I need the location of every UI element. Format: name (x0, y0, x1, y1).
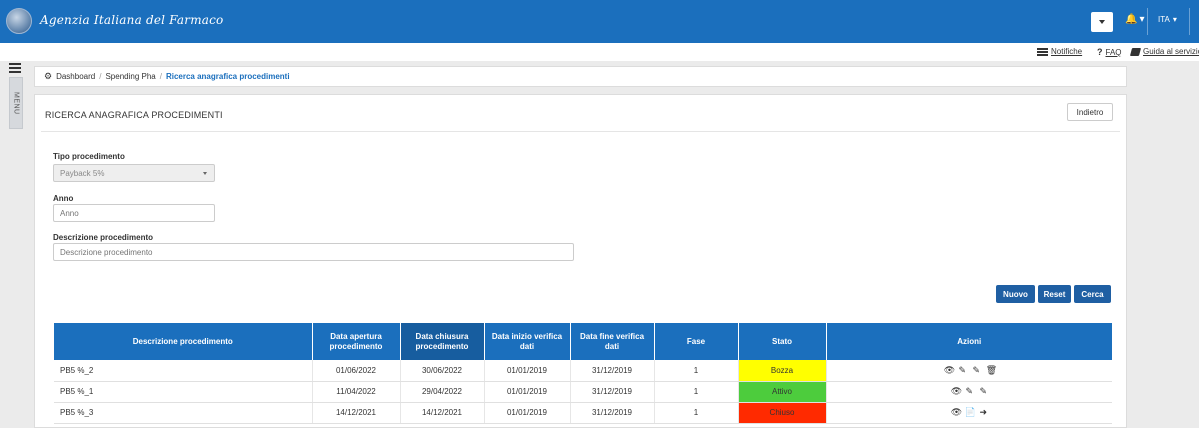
dashboard-icon: ⚙ (44, 71, 53, 81)
cell-data-chiusura: 14/12/2021 (400, 402, 485, 424)
search-panel: RICERCA ANAGRAFICA PROCEDIMENTI Indietro… (34, 94, 1127, 428)
table-row: PB5 %_1 11/04/2022 29/04/2022 01/01/2019… (54, 381, 1112, 403)
anno-label: Anno (53, 194, 74, 203)
breadcrumb-spending-pha[interactable]: Spending Pha (105, 72, 155, 81)
tipo-procedimento-value: Payback 5% (60, 168, 105, 178)
cell-descrizione: PB5 %_1 (54, 381, 313, 403)
guida-label: Guida al servizio (1143, 47, 1199, 56)
col-stato[interactable]: Stato (738, 323, 827, 360)
breadcrumb-separator: / (99, 72, 102, 81)
notifiche-link[interactable]: Notifiche (1037, 47, 1082, 56)
notifiche-label: Notifiche (1051, 47, 1083, 56)
col-descrizione[interactable]: Descrizione procedimento (54, 323, 313, 360)
faq-link[interactable]: ? FAQ (1097, 47, 1122, 57)
cell-fase: 1 (654, 381, 739, 403)
caret-down-icon (203, 172, 207, 175)
table-header-row: Descrizione procedimento Data apertura p… (54, 323, 1112, 360)
trash-icon[interactable]: 🗑 (986, 365, 997, 376)
cerca-button[interactable]: Cerca (1074, 285, 1111, 303)
eye-icon[interactable]: 👁 (951, 407, 962, 418)
chevron-down-icon: ▾ (1172, 15, 1177, 24)
notifications-menu[interactable]: 🔔 ▾ (1125, 14, 1144, 25)
cell-data-fine: 31/12/2019 (570, 360, 655, 382)
divider (1147, 8, 1148, 35)
profile-select[interactable] (1091, 12, 1113, 32)
cell-data-inizio: 01/01/2019 (484, 402, 571, 424)
procedimenti-table: Descrizione procedimento Data apertura p… (54, 323, 1112, 424)
language-menu[interactable]: ITA ▾ (1158, 15, 1177, 24)
back-button[interactable]: Indietro (1067, 103, 1113, 121)
breadcrumb-current: Ricerca anagrafica procedimenti (165, 72, 290, 81)
breadcrumb: ⚙ Dashboard / Spending Pha / Ricerca ana… (34, 66, 1127, 87)
eye-icon[interactable]: 👁 (951, 386, 962, 397)
chevron-down-icon: ▾ (1139, 14, 1145, 25)
anno-input[interactable] (53, 204, 215, 222)
status-badge: Attivo (738, 381, 827, 403)
breadcrumb-separator: / (159, 72, 162, 81)
menu-toggle[interactable]: MENU (9, 77, 23, 129)
table-row: PB5 %_2 01/06/2022 30/06/2022 01/01/2019… (54, 360, 1112, 382)
divider (1189, 8, 1190, 35)
cell-azioni: 👁 ✎ ✎ 🗑 (826, 360, 1112, 382)
tipo-procedimento-select[interactable]: Payback 5% (53, 164, 215, 182)
breadcrumb-dashboard[interactable]: Dashboard (56, 72, 95, 81)
cell-fase: 1 (654, 360, 739, 382)
status-badge: Chiuso (738, 402, 827, 424)
cell-data-inizio: 01/01/2019 (484, 360, 571, 382)
aifa-logo (6, 8, 32, 34)
col-azioni: Azioni (826, 323, 1112, 360)
descrizione-label: Descrizione procedimento (53, 233, 154, 242)
col-data-fine-verifica[interactable]: Data fine verifica dati (570, 323, 655, 360)
question-icon: ? (1097, 47, 1103, 57)
edit-square-icon[interactable]: ✎ (979, 386, 988, 397)
cell-fase: 1 (654, 402, 739, 424)
divider (41, 131, 1120, 132)
menu-tab-label: MENU (12, 91, 20, 115)
cell-data-fine: 31/12/2019 (570, 402, 655, 424)
guida-link[interactable]: Guida al servizio (1129, 47, 1199, 56)
table-row: PB5 %_3 14/12/2021 14/12/2021 01/01/2019… (54, 402, 1112, 424)
hamburger-icon[interactable] (9, 63, 21, 73)
col-data-inizio-verifica[interactable]: Data inizio verifica dati (484, 323, 571, 360)
book-icon (1129, 47, 1142, 56)
list-icon (1037, 47, 1048, 56)
page-title: RICERCA ANAGRAFICA PROCEDIMENTI (45, 110, 223, 120)
cell-azioni: 👁 📄 ➜ (826, 402, 1112, 424)
utility-bar: Notifiche ? FAQ Guida al servizio (0, 43, 1199, 61)
col-data-apertura[interactable]: Data apertura procedimento (312, 323, 401, 360)
edit-square-icon[interactable]: ✎ (972, 365, 981, 376)
cell-data-apertura: 14/12/2021 (312, 402, 401, 424)
cell-data-inizio: 01/01/2019 (484, 381, 571, 403)
cell-descrizione: PB5 %_3 (54, 402, 313, 424)
faq-label: FAQ (1105, 47, 1122, 57)
reset-button[interactable]: Reset (1038, 285, 1071, 303)
cell-azioni: 👁 ✎ ✎ (826, 381, 1112, 403)
cell-data-chiusura: 30/06/2022 (400, 360, 485, 382)
status-badge: Bozza (738, 360, 827, 382)
cell-data-chiusura: 29/04/2022 (400, 381, 485, 403)
tipo-procedimento-label: Tipo procedimento (53, 152, 125, 161)
caret-down-icon (1099, 20, 1105, 24)
col-data-chiusura[interactable]: Data chiusura procedimento (400, 323, 485, 360)
eye-icon[interactable]: 👁 (944, 365, 955, 376)
cell-data-fine: 31/12/2019 (570, 381, 655, 403)
document-icon[interactable]: 📄 (965, 407, 976, 418)
col-fase[interactable]: Fase (654, 323, 739, 360)
cell-data-apertura: 11/04/2022 (312, 381, 401, 403)
descrizione-input[interactable] (53, 243, 574, 261)
bell-icon: 🔔 (1125, 14, 1138, 25)
brand-name: Agenzia Italiana del Farmaco (40, 13, 224, 27)
pencil-icon[interactable]: ✎ (958, 365, 967, 376)
top-bar: Agenzia Italiana del Farmaco 🔔 ▾ ITA ▾ (0, 0, 1199, 43)
pencil-icon[interactable]: ✎ (965, 386, 974, 397)
sign-in-icon[interactable]: ➜ (979, 407, 988, 418)
cell-data-apertura: 01/06/2022 (312, 360, 401, 382)
nuovo-button[interactable]: Nuovo (996, 285, 1035, 303)
cell-descrizione: PB5 %_2 (54, 360, 313, 382)
language-label: ITA (1158, 15, 1170, 24)
